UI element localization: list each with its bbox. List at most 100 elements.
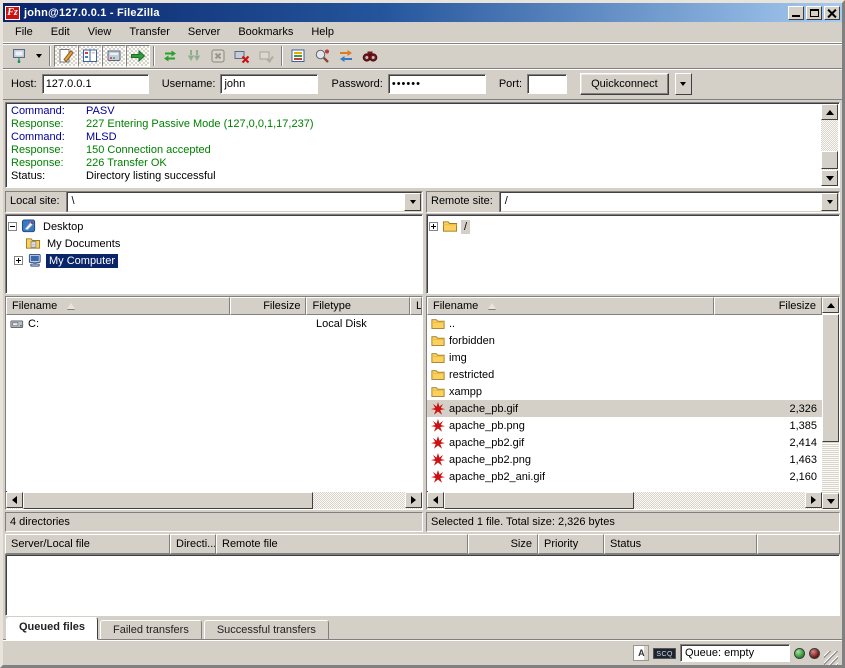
remote-file-row[interactable]: apache_pb2.png 1,463 xyxy=(427,451,822,468)
local-pane: Local site: \ Desktop My Documents xyxy=(5,191,423,532)
tab-successful-transfers[interactable]: Successful transfers xyxy=(204,620,329,640)
username-input[interactable] xyxy=(220,74,318,94)
column-header-filename[interactable]: Filename xyxy=(427,297,714,315)
scroll-right-button[interactable] xyxy=(805,492,822,508)
remote-file-row[interactable]: xampp xyxy=(427,383,822,400)
tab-failed-transfers[interactable]: Failed transfers xyxy=(100,620,202,640)
log-line: Command:PASV xyxy=(11,105,819,118)
scroll-right-button[interactable] xyxy=(405,492,422,508)
quickconnect-dropdown-button[interactable] xyxy=(675,73,692,95)
host-input[interactable] xyxy=(42,74,149,94)
close-button[interactable] xyxy=(824,6,840,20)
reconnect-button[interactable] xyxy=(254,45,278,67)
resize-grip[interactable] xyxy=(824,651,838,665)
remote-site-combo[interactable]: / xyxy=(500,192,839,212)
site-manager-dropdown-button[interactable] xyxy=(31,45,46,67)
scrollbar-thumb[interactable] xyxy=(444,492,634,509)
tab-queued-files[interactable]: Queued files xyxy=(6,617,98,640)
close-icon xyxy=(827,9,837,17)
local-file-list: Filename Filesize Filetype L C: Local xyxy=(5,296,423,510)
column-header-server-local-file[interactable]: Server/Local file xyxy=(5,534,170,554)
site-manager-button[interactable] xyxy=(7,45,31,67)
collapse-expander-icon[interactable] xyxy=(8,222,17,231)
directory-listing-filter-button[interactable] xyxy=(286,45,310,67)
local-site-combo[interactable]: \ xyxy=(67,192,422,212)
column-header-remote-file[interactable]: Remote file xyxy=(216,534,468,554)
column-header-filesize[interactable]: Filesize xyxy=(714,297,822,315)
local-file-row[interactable]: C: Local Disk xyxy=(6,315,422,332)
scrollbar-thumb[interactable] xyxy=(821,151,838,169)
cancel-operation-button[interactable] xyxy=(206,45,230,67)
activity-led-red-icon xyxy=(809,648,820,659)
menu-view[interactable]: View xyxy=(79,23,121,41)
minimize-button[interactable] xyxy=(788,6,804,20)
column-header-filename[interactable]: Filename xyxy=(6,297,230,315)
scroll-up-button[interactable] xyxy=(822,297,839,313)
expand-expander-icon[interactable] xyxy=(14,256,23,265)
username-label: Username: xyxy=(162,78,216,90)
expand-expander-icon[interactable] xyxy=(429,222,438,231)
file-size: 2,160 xyxy=(789,471,817,483)
toggle-local-tree-button[interactable] xyxy=(78,45,102,67)
computer-icon xyxy=(27,253,43,268)
file-name: apache_pb.gif xyxy=(449,403,518,415)
toolbar-separator xyxy=(49,46,51,66)
disconnect-button[interactable] xyxy=(230,45,254,67)
toggle-remote-tree-button[interactable] xyxy=(102,45,126,67)
port-input[interactable] xyxy=(527,74,567,94)
log-line: Response:227 Entering Passive Mode (127,… xyxy=(11,118,819,131)
tree-item-root[interactable]: / xyxy=(429,218,837,235)
tree-item-label-selected: My Computer xyxy=(46,254,118,268)
local-status-text: 4 directories xyxy=(5,512,423,532)
directory-comparison-button[interactable] xyxy=(310,45,334,67)
scroll-left-button[interactable] xyxy=(6,492,23,508)
menu-file[interactable]: File xyxy=(6,23,42,41)
queue-list[interactable] xyxy=(5,554,840,616)
refresh-button[interactable] xyxy=(158,45,182,67)
scroll-left-button[interactable] xyxy=(427,492,444,508)
column-header-direction[interactable]: Directi... xyxy=(170,534,216,554)
menu-server[interactable]: Server xyxy=(179,23,229,41)
toggle-message-log-button[interactable] xyxy=(54,45,78,67)
quickconnect-button[interactable]: Quickconnect xyxy=(580,73,669,95)
menu-transfer[interactable]: Transfer xyxy=(120,23,179,41)
column-header-priority[interactable]: Priority xyxy=(538,534,604,554)
synchronized-browsing-button[interactable] xyxy=(334,45,358,67)
remote-horizontal-scrollbar[interactable] xyxy=(427,492,822,509)
local-site-dropdown-button[interactable] xyxy=(404,193,421,211)
scroll-down-button[interactable] xyxy=(822,493,839,509)
password-input[interactable] xyxy=(388,74,486,94)
tree-item-desktop[interactable]: Desktop xyxy=(8,218,420,235)
tree-item-my-documents[interactable]: My Documents xyxy=(8,235,420,252)
remote-site-row: Remote site: / xyxy=(426,191,840,213)
log-vertical-scrollbar[interactable] xyxy=(821,104,838,186)
maximize-button[interactable] xyxy=(806,6,822,20)
local-horizontal-scrollbar[interactable] xyxy=(6,492,422,509)
remote-file-row[interactable]: restricted xyxy=(427,366,822,383)
remote-file-row[interactable]: img xyxy=(427,349,822,366)
column-header-filetype[interactable]: Filetype xyxy=(306,297,410,315)
column-header-size[interactable]: Size xyxy=(468,534,538,554)
process-queue-button[interactable] xyxy=(182,45,206,67)
remote-file-row[interactable]: apache_pb2_ani.gif 2,160 xyxy=(427,468,822,485)
scroll-down-button[interactable] xyxy=(821,170,838,186)
remote-file-row[interactable]: apache_pb2.gif 2,414 xyxy=(427,434,822,451)
column-header-last-modified[interactable]: L xyxy=(410,297,422,315)
remote-site-dropdown-button[interactable] xyxy=(821,193,838,211)
toggle-transfer-queue-button[interactable] xyxy=(126,45,150,67)
scroll-up-button[interactable] xyxy=(821,104,838,120)
remote-file-row-selected[interactable]: apache_pb.gif 2,326 xyxy=(427,400,822,417)
remote-file-row[interactable]: .. xyxy=(427,315,822,332)
scrollbar-thumb[interactable] xyxy=(822,314,839,442)
remote-file-row[interactable]: forbidden xyxy=(427,332,822,349)
remote-vertical-scrollbar[interactable] xyxy=(822,297,839,509)
scrollbar-thumb[interactable] xyxy=(23,492,313,509)
remote-file-row[interactable]: apache_pb.png 1,385 xyxy=(427,417,822,434)
menu-edit[interactable]: Edit xyxy=(42,23,79,41)
column-header-filesize[interactable]: Filesize xyxy=(230,297,307,315)
column-header-status[interactable]: Status xyxy=(604,534,757,554)
find-files-button[interactable] xyxy=(358,45,382,67)
menu-bookmarks[interactable]: Bookmarks xyxy=(229,23,302,41)
menu-help[interactable]: Help xyxy=(302,23,343,41)
tree-item-my-computer[interactable]: My Computer xyxy=(8,252,420,269)
